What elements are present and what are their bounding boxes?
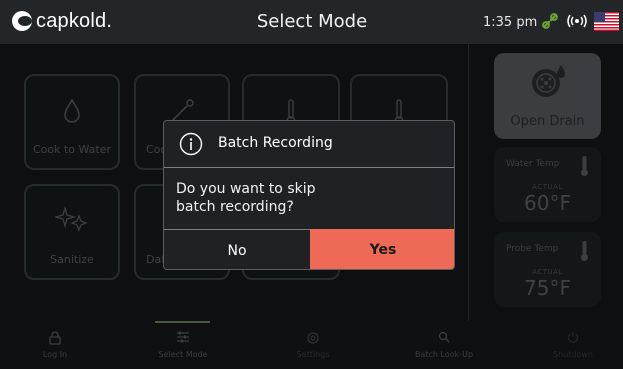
- tile-cook-to-water[interactable]: Cook to Water: [24, 74, 120, 170]
- open-drain-label: Open Drain: [510, 114, 585, 129]
- yes-button[interactable]: Yes: [310, 229, 454, 269]
- probe-temp-value: 75°F: [524, 276, 571, 300]
- probe-temp-card: Probe Temp ACTUAL 75°F: [494, 232, 601, 307]
- power-icon: [518, 331, 623, 343]
- nav-settings[interactable]: Settings: [258, 321, 368, 369]
- nav-shutdown[interactable]: Shutdown: [518, 321, 623, 369]
- bottom-nav: Log In Select Mode Settings Batch Look-U…: [0, 321, 623, 369]
- no-button[interactable]: No: [164, 229, 310, 269]
- panel-divider: [468, 44, 469, 321]
- search-icon: [389, 331, 499, 343]
- nav-batch-look-up[interactable]: Batch Look-Up: [389, 321, 499, 369]
- top-bar: capkold. Select Mode 1:35 pm: [0, 0, 623, 44]
- dialog-message: Do you want to skip batch recording?: [176, 180, 436, 216]
- us-flag-icon[interactable]: [594, 12, 619, 31]
- water-temp-title: Water Temp: [506, 159, 560, 169]
- probe-temp-actual-label: ACTUAL: [532, 268, 563, 276]
- dialog-title: Batch Recording: [218, 135, 333, 151]
- probe-temp-title: Probe Temp: [506, 244, 559, 254]
- water-temp-actual-label: ACTUAL: [532, 183, 563, 191]
- thermometer-icon: [581, 241, 588, 261]
- water-temp-card: Water Temp ACTUAL 60°F: [494, 147, 601, 222]
- nav-label: Select Mode: [158, 350, 208, 359]
- logo-text: capkold.: [36, 9, 113, 32]
- dialog-message-line: batch recording?: [176, 199, 294, 215]
- tile-label: Cook to Water: [32, 143, 112, 156]
- lock-icon: [0, 331, 110, 345]
- page-title: Select Mode: [256, 11, 368, 32]
- open-drain-button[interactable]: Open Drain: [494, 53, 601, 139]
- logo-mark-icon: [12, 11, 32, 31]
- tile-sanitize[interactable]: Sanitize: [24, 184, 120, 280]
- dialog-message-line: Do you want to skip: [176, 181, 316, 197]
- batch-recording-dialog: Batch Recording Do you want to skip batc…: [163, 120, 455, 270]
- tile-label: Sanitize: [50, 253, 94, 266]
- info-icon: [179, 132, 203, 156]
- capkold-logo: capkold.: [12, 9, 112, 33]
- link-icon: [542, 13, 558, 29]
- nav-active-indicator: [155, 321, 210, 323]
- droplet-icon: [26, 98, 118, 124]
- clock-time: 1:35 pm: [483, 15, 538, 30]
- drain-icon: [532, 65, 565, 97]
- wireless-icon: [567, 14, 587, 28]
- nav-label: Log In: [42, 350, 68, 359]
- nav-label: Settings: [296, 350, 330, 359]
- sliders-icon: [128, 331, 238, 343]
- dialog-header: Batch Recording: [164, 121, 454, 168]
- nav-label: Shutdown: [553, 350, 593, 359]
- sparkle-icon: [26, 206, 118, 236]
- gear-icon: [258, 331, 368, 345]
- nav-select-mode[interactable]: Select Mode: [128, 321, 238, 369]
- nav-log-in[interactable]: Log In: [0, 321, 110, 369]
- nav-label: Batch Look-Up: [414, 350, 474, 359]
- water-temp-value: 60°F: [524, 191, 571, 215]
- thermometer-icon: [581, 156, 588, 176]
